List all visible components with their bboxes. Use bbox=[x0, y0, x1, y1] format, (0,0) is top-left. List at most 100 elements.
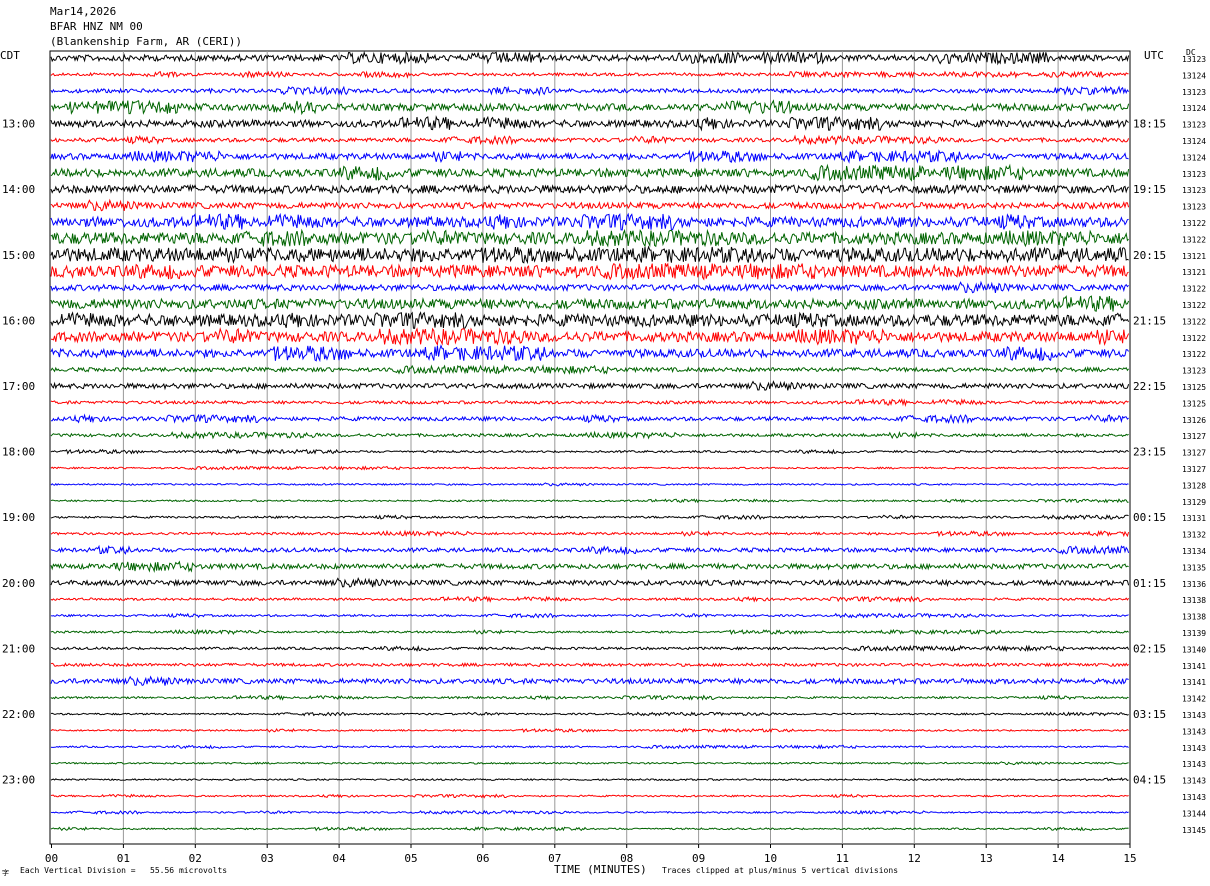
seismic-trace bbox=[50, 498, 1129, 504]
seismic-trace bbox=[50, 430, 1129, 440]
dc-offset-label: 13123 bbox=[1182, 203, 1206, 212]
dc-offset-label: 13123 bbox=[1182, 186, 1206, 195]
plot-frame bbox=[49, 50, 1131, 845]
seismic-trace bbox=[50, 134, 1130, 146]
x-tick-label: 02 bbox=[189, 852, 202, 865]
dc-offset-label: 13123 bbox=[1182, 55, 1206, 64]
right-hour-label: 22:15 bbox=[1133, 380, 1166, 393]
right-hour-label: 19:15 bbox=[1133, 183, 1166, 196]
left-hour-label: 14:00 bbox=[2, 183, 35, 196]
seismic-trace bbox=[50, 744, 1129, 750]
x-tick-label: 00 bbox=[45, 852, 58, 865]
seismic-trace bbox=[50, 628, 1129, 636]
seismic-trace bbox=[50, 344, 1129, 363]
seismic-trace bbox=[50, 364, 1129, 375]
left-hour-label: 23:00 bbox=[2, 774, 35, 787]
left-hour-label: 17:00 bbox=[2, 380, 35, 393]
seismic-trace bbox=[50, 826, 1129, 832]
dc-offset-label: 13143 bbox=[1182, 777, 1206, 786]
dc-offset-label: 13140 bbox=[1182, 645, 1206, 654]
seismic-trace bbox=[50, 793, 1129, 799]
left-hour-label: 22:00 bbox=[2, 708, 35, 721]
seismic-trace bbox=[50, 809, 1129, 815]
left-hour-label: 13:00 bbox=[2, 118, 35, 131]
x-tick-label: 09 bbox=[692, 852, 705, 865]
dc-offset-label: 13138 bbox=[1182, 596, 1206, 605]
right-hour-label: 21:15 bbox=[1133, 314, 1166, 327]
left-hour-label: 16:00 bbox=[2, 314, 35, 327]
dc-offset-label: 13134 bbox=[1182, 547, 1206, 556]
dc-offset-label: 13123 bbox=[1182, 170, 1206, 179]
dc-offset-label: 13123 bbox=[1182, 121, 1206, 130]
seismic-trace bbox=[50, 212, 1129, 231]
seismic-trace bbox=[50, 694, 1129, 701]
seismic-trace bbox=[50, 85, 1129, 97]
seismic-trace bbox=[50, 465, 1129, 471]
right-hour-label: 18:15 bbox=[1133, 118, 1166, 131]
dc-offset-label: 13144 bbox=[1182, 809, 1206, 818]
dc-offset-label: 13122 bbox=[1182, 334, 1206, 343]
x-tick-label: 03 bbox=[261, 852, 274, 865]
clip-note: Traces clipped at plus/minus 5 vertical … bbox=[662, 866, 899, 875]
seismic-trace bbox=[50, 544, 1130, 556]
left-hour-label: 20:00 bbox=[2, 577, 35, 590]
dc-offset-label: 13121 bbox=[1182, 268, 1206, 277]
dc-offset-label: 13145 bbox=[1182, 826, 1206, 835]
seismic-trace bbox=[50, 529, 1130, 538]
right-hour-label: 03:15 bbox=[1133, 708, 1166, 721]
seismic-trace bbox=[50, 295, 1130, 312]
seismic-trace bbox=[50, 675, 1129, 687]
seismic-trace bbox=[50, 163, 1130, 182]
dc-offset-label: 13124 bbox=[1182, 104, 1206, 113]
helicorder-plot: 00 01 02 03 04 05 06 07 08 09 10 11 12 13 14 1513123131… bbox=[2, 50, 1206, 865]
seismic-trace bbox=[51, 413, 1129, 425]
seismic-trace bbox=[50, 262, 1129, 281]
seismic-trace bbox=[50, 711, 1129, 717]
dc-offset-label: 13122 bbox=[1182, 285, 1206, 294]
dc-offset-label: 13122 bbox=[1182, 235, 1206, 244]
dc-offset-label: 13128 bbox=[1182, 481, 1206, 490]
right-hour-label: 00:15 bbox=[1133, 511, 1166, 524]
left-hour-label: 19:00 bbox=[2, 511, 35, 524]
x-tick-label: 06 bbox=[476, 852, 489, 865]
dc-offset-label: 13143 bbox=[1182, 760, 1206, 769]
dc-offset-label: 13141 bbox=[1182, 678, 1206, 687]
dc-offset-label: 13122 bbox=[1182, 350, 1206, 359]
dc-offset-label: 13124 bbox=[1182, 71, 1206, 80]
dc-offset-label: 13122 bbox=[1182, 219, 1206, 228]
dc-offset-label: 13132 bbox=[1182, 531, 1206, 540]
seismic-trace bbox=[50, 727, 1129, 733]
x-tick-label: 01 bbox=[117, 852, 130, 865]
seismic-trace bbox=[50, 380, 1130, 391]
seismic-trace bbox=[50, 761, 1129, 766]
dc-offset-label: 13143 bbox=[1182, 711, 1206, 720]
seismic-trace bbox=[50, 245, 1129, 265]
dc-offset-label: 13138 bbox=[1182, 613, 1206, 622]
right-hour-label: 23:15 bbox=[1133, 446, 1166, 459]
seismic-trace bbox=[50, 198, 1130, 212]
seismic-trace bbox=[50, 70, 1129, 79]
dc-offset-label: 13125 bbox=[1182, 399, 1206, 408]
x-tick-label: 04 bbox=[332, 852, 346, 865]
right-hour-label: 02:15 bbox=[1133, 642, 1166, 655]
right-hour-label: 04:15 bbox=[1133, 774, 1166, 787]
right-hour-label: 01:15 bbox=[1133, 577, 1166, 590]
dc-offset-label: 13127 bbox=[1182, 449, 1206, 458]
vertical-division-note: Each Vertical Division = 55.56 microvolt… bbox=[20, 866, 228, 875]
left-hour-label: 21:00 bbox=[2, 642, 35, 655]
dc-offset-label: 13139 bbox=[1182, 629, 1206, 638]
dc-offset-label: 13129 bbox=[1182, 498, 1206, 507]
seismic-trace bbox=[50, 280, 1129, 294]
seismic-trace bbox=[51, 99, 1130, 116]
dc-offset-label: 13126 bbox=[1182, 416, 1206, 425]
dc-offset-label: 13143 bbox=[1182, 793, 1206, 802]
seismic-trace bbox=[50, 576, 1130, 588]
dc-offset-label: 13127 bbox=[1182, 465, 1206, 474]
x-tick-label: 12 bbox=[908, 852, 921, 865]
dc-offset-label: 13124 bbox=[1182, 153, 1206, 162]
seismic-trace bbox=[50, 50, 1130, 66]
x-axis-title: TIME (MINUTES) bbox=[554, 863, 647, 876]
dc-offset-label: 13136 bbox=[1182, 580, 1206, 589]
x-tick-label: 14 bbox=[1051, 852, 1065, 865]
dc-offset-label: 13143 bbox=[1182, 727, 1206, 736]
